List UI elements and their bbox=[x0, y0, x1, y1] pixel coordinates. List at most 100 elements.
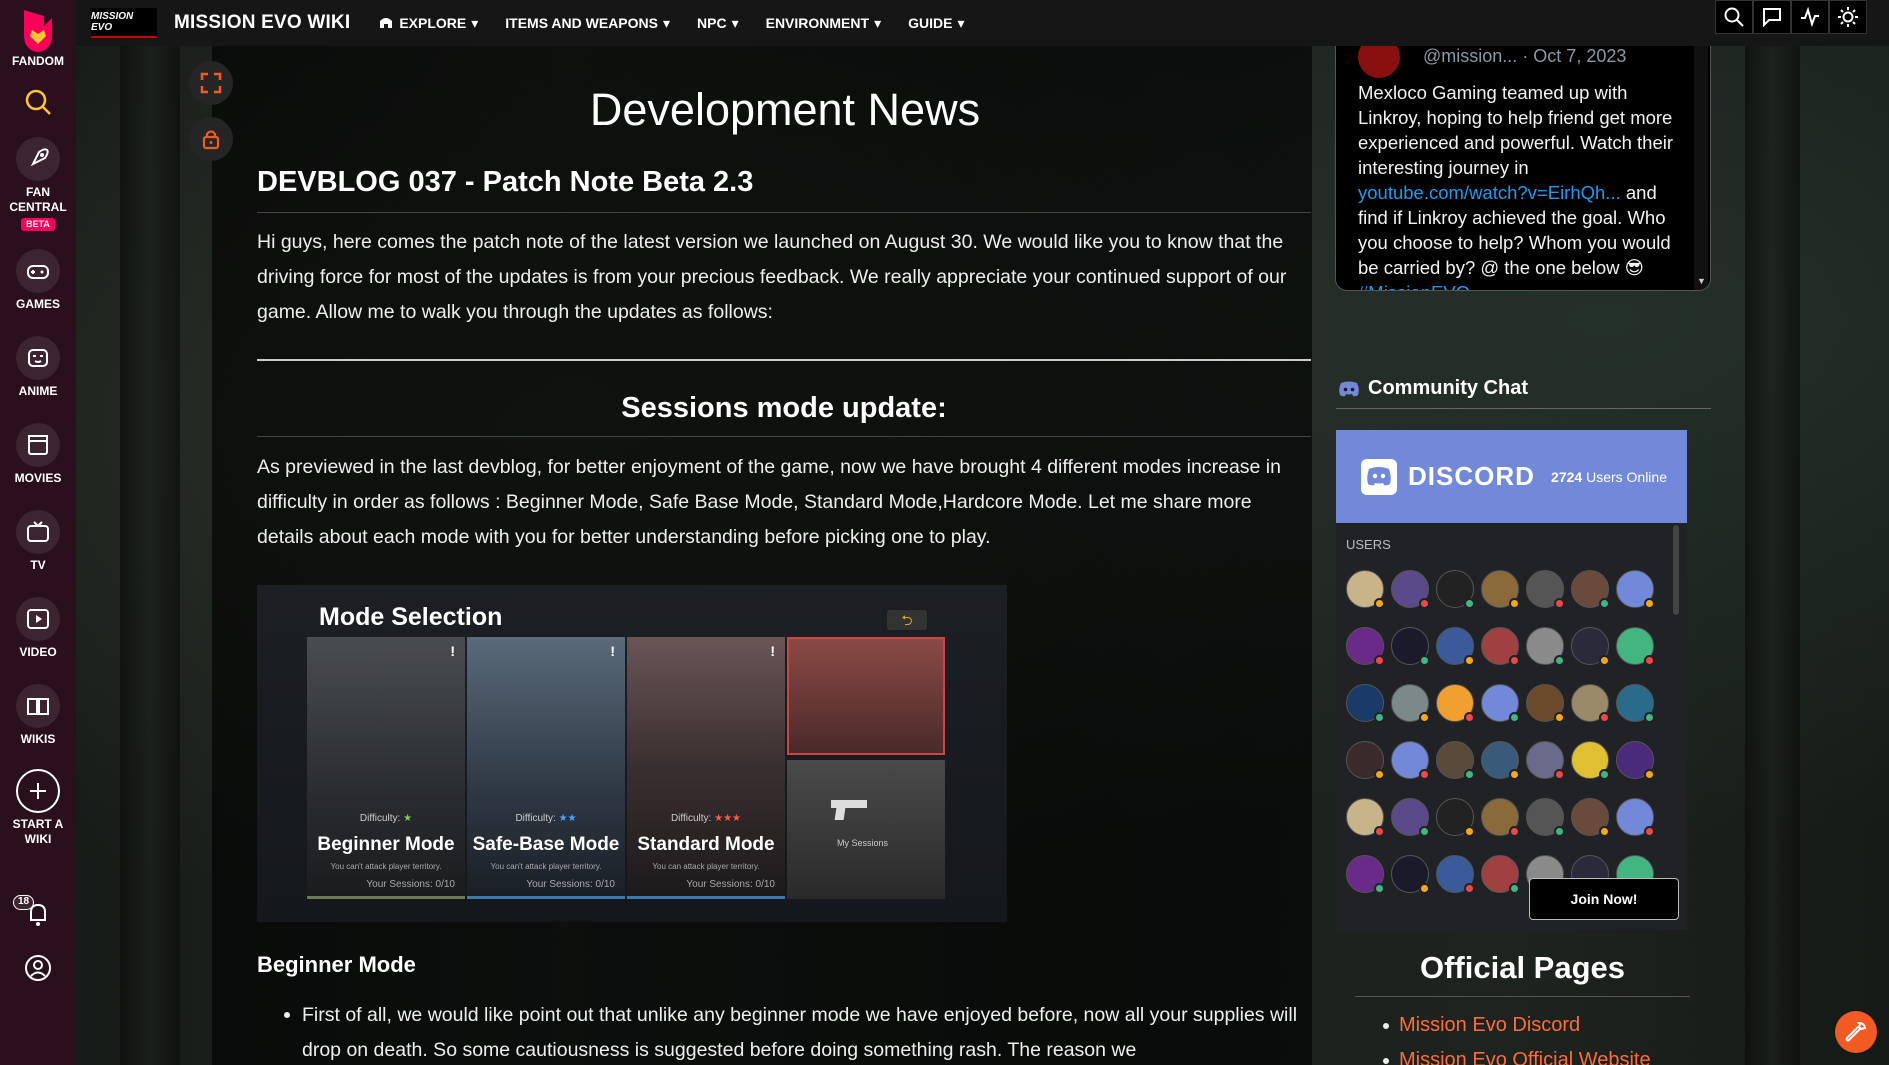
wiki-logo[interactable]: MISSION EVO bbox=[91, 8, 157, 38]
user-avatar[interactable] bbox=[1346, 627, 1385, 666]
rail-item-anime[interactable]: ANIME bbox=[0, 336, 76, 399]
mode-selection-image[interactable]: Mode Selection ⮌ ! Difficulty: ★ Beginne… bbox=[257, 585, 1007, 922]
discord-scrollbar[interactable] bbox=[1673, 525, 1679, 615]
nav-guide[interactable]: GUIDE ▾ bbox=[908, 15, 964, 32]
status-dot bbox=[1509, 712, 1520, 723]
status-dot bbox=[1419, 883, 1430, 894]
status-dot bbox=[1509, 826, 1520, 837]
fandom-label: FANDOM bbox=[12, 54, 64, 68]
rail-item-video[interactable]: VIDEO bbox=[0, 597, 76, 660]
user-avatar[interactable] bbox=[1571, 684, 1610, 723]
nav-npc[interactable]: NPC ▾ bbox=[697, 15, 739, 32]
user-avatar[interactable] bbox=[1346, 684, 1385, 723]
official-link-website[interactable]: Mission Evo Official Website bbox=[1383, 1049, 1651, 1065]
user-avatar[interactable] bbox=[1391, 798, 1430, 837]
user-avatar[interactable] bbox=[1436, 570, 1475, 609]
tweet-date[interactable]: · Oct 7, 2023 bbox=[1522, 46, 1626, 66]
user-avatar[interactable] bbox=[1481, 627, 1520, 666]
user-avatar[interactable] bbox=[1526, 627, 1565, 666]
user-avatar[interactable] bbox=[1616, 684, 1655, 723]
user-avatar[interactable] bbox=[1481, 684, 1520, 723]
join-now-button[interactable]: Join Now! bbox=[1529, 878, 1679, 920]
search-button[interactable] bbox=[0, 87, 76, 117]
user-avatar[interactable] bbox=[1346, 855, 1385, 894]
user-avatar[interactable] bbox=[1391, 570, 1430, 609]
intro-paragraph: Hi guys, here comes the patch note of th… bbox=[257, 231, 1287, 323]
protection-button[interactable] bbox=[189, 117, 233, 161]
tweet-link[interactable]: youtube.com/watch?v=EirhQh... bbox=[1358, 182, 1621, 203]
user-avatar[interactable] bbox=[1391, 741, 1430, 780]
user-avatar[interactable] bbox=[1391, 627, 1430, 666]
status-dot bbox=[1374, 598, 1385, 609]
user-avatar[interactable] bbox=[1616, 741, 1655, 780]
user-avatar[interactable] bbox=[1391, 855, 1430, 894]
discord-wordmark: DISCORD bbox=[1408, 461, 1535, 491]
rocket-icon bbox=[16, 137, 60, 181]
heading-divider bbox=[257, 212, 1311, 213]
discord-logo: DISCORD bbox=[1360, 458, 1535, 496]
status-dot bbox=[1644, 826, 1655, 837]
user-avatar[interactable] bbox=[1616, 627, 1655, 666]
twitter-embed[interactable]: @mission... · Oct 7, 2023 Mexloco Gaming… bbox=[1335, 46, 1711, 291]
user-avatar[interactable] bbox=[1526, 798, 1565, 837]
user-avatar[interactable] bbox=[1346, 798, 1385, 837]
forest-background bbox=[1745, 40, 1800, 1065]
pistol-icon bbox=[831, 800, 867, 820]
mode-card-standard: ! Difficulty: ★★★ Standard Mode You can … bbox=[627, 637, 785, 899]
mode-card-hardcore bbox=[787, 637, 945, 755]
rail-item-fan-central[interactable]: FAN CENTRAL BETA bbox=[0, 137, 76, 232]
nav-items-and-weapons[interactable]: ITEMS AND WEAPONS ▾ bbox=[505, 15, 670, 32]
status-dot bbox=[1599, 655, 1610, 666]
user-avatar[interactable] bbox=[1616, 570, 1655, 609]
user-avatar[interactable] bbox=[1481, 741, 1520, 780]
user-avatar[interactable] bbox=[1346, 741, 1385, 780]
user-avatar[interactable] bbox=[1571, 570, 1610, 609]
rail-item-start-a-wiki[interactable]: START A WIKI bbox=[0, 769, 76, 847]
user-avatar[interactable] bbox=[1571, 798, 1610, 837]
wiki-tools-button[interactable] bbox=[1835, 1011, 1877, 1053]
wiki-search-button[interactable] bbox=[1715, 0, 1753, 34]
rail-label: FAN bbox=[26, 185, 50, 199]
rail-label: ANIME bbox=[18, 384, 58, 399]
user-avatar-icon bbox=[25, 955, 51, 982]
user-avatar[interactable] bbox=[1481, 855, 1520, 894]
user-avatar[interactable] bbox=[1526, 684, 1565, 723]
tweet-handle[interactable]: @mission... bbox=[1423, 46, 1517, 66]
status-dot bbox=[1509, 655, 1520, 666]
scroll-down-icon: ▼ bbox=[1697, 276, 1706, 286]
user-avatar[interactable] bbox=[1526, 570, 1565, 609]
rail-item-movies[interactable]: MOVIES bbox=[0, 423, 76, 486]
rail-item-games[interactable]: GAMES bbox=[0, 249, 76, 312]
user-avatar[interactable] bbox=[1436, 741, 1475, 780]
wiki-name[interactable]: MISSION EVO WIKI bbox=[174, 12, 350, 34]
user-avatar[interactable] bbox=[1526, 741, 1565, 780]
fullscreen-button[interactable] bbox=[189, 61, 233, 105]
tweet-scrollbar[interactable]: ▼ bbox=[1694, 46, 1708, 290]
mode-sessions: Your Sessions: 0/10 bbox=[686, 879, 775, 890]
user-avatar[interactable] bbox=[1436, 855, 1475, 894]
theme-toggle-button[interactable] bbox=[1829, 0, 1867, 34]
user-avatar[interactable] bbox=[1481, 798, 1520, 837]
user-avatar[interactable] bbox=[1436, 798, 1475, 837]
nav-environment[interactable]: ENVIRONMENT ▾ bbox=[766, 15, 881, 32]
user-avatar[interactable] bbox=[1481, 570, 1520, 609]
user-avatar[interactable] bbox=[1571, 741, 1610, 780]
nav-explore[interactable]: EXPLORE ▾ bbox=[378, 15, 478, 32]
notifications-button[interactable]: 18 bbox=[0, 895, 76, 929]
mode-sessions: Your Sessions: 0/10 bbox=[526, 879, 615, 890]
user-avatar[interactable] bbox=[1616, 798, 1655, 837]
user-avatar[interactable] bbox=[1571, 627, 1610, 666]
discussions-button[interactable] bbox=[1753, 0, 1791, 34]
user-avatar[interactable] bbox=[1436, 684, 1475, 723]
tweet-hashtag[interactable]: #MissionEVO bbox=[1358, 282, 1470, 290]
user-avatar[interactable] bbox=[1391, 684, 1430, 723]
fandom-logo[interactable]: FANDOM bbox=[0, 8, 76, 69]
rail-item-tv[interactable]: TV bbox=[0, 510, 76, 573]
user-avatar[interactable] bbox=[1346, 570, 1385, 609]
official-link-discord[interactable]: Mission Evo Discord bbox=[1382, 1014, 1580, 1037]
user-avatar[interactable] bbox=[1436, 627, 1475, 666]
discord-header[interactable]: DISCORD 2724 Users Online bbox=[1336, 430, 1687, 523]
rail-item-wikis[interactable]: WIKIS bbox=[0, 684, 76, 747]
user-account-button[interactable] bbox=[0, 953, 76, 983]
recent-changes-button[interactable] bbox=[1791, 0, 1829, 34]
